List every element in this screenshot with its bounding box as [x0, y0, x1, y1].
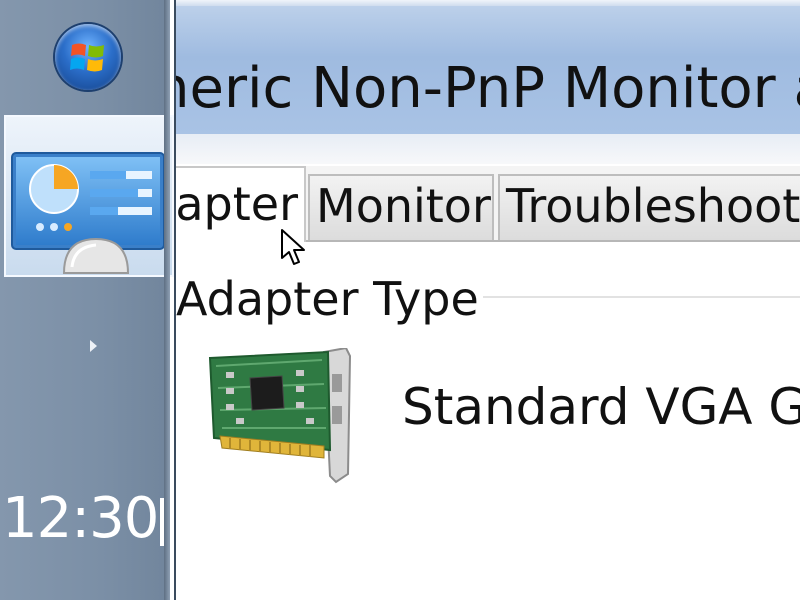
- tab-content-panel: Adapter Type Standard VGA Gr: [176, 242, 800, 600]
- graphics-card-icon: [208, 348, 352, 484]
- taskbar-control-panel-button[interactable]: [4, 115, 174, 277]
- show-hidden-icons-arrow[interactable]: [90, 340, 97, 352]
- tab-monitor-label: Monitor: [316, 179, 491, 233]
- window-title: neric Non-PnP Monitor a: [174, 56, 800, 121]
- tab-strip: apter Monitor Troubleshoot: [176, 166, 800, 242]
- tab-adapter-label: apter: [175, 177, 298, 231]
- monitor-properties-dialog: neric Non-PnP Monitor a apter Monitor Tr…: [174, 0, 800, 600]
- tab-monitor[interactable]: Monitor: [308, 174, 494, 240]
- window-frame: [176, 134, 800, 164]
- adapter-type-group-label: Adapter Type: [176, 272, 483, 326]
- taskbar: 12:30: [0, 0, 174, 600]
- windows-logo-icon: [70, 43, 104, 72]
- taskbar-clock[interactable]: 12:30: [2, 486, 159, 551]
- control-panel-icon: [11, 152, 165, 274]
- start-button[interactable]: [55, 24, 121, 90]
- adapter-name: Standard VGA Gr: [402, 378, 800, 436]
- taskbar-edge: [164, 0, 170, 600]
- title-bar[interactable]: neric Non-PnP Monitor a: [176, 6, 800, 134]
- mouse-pointer-icon: [281, 229, 305, 265]
- tab-troubleshoot-label: Troubleshoot: [506, 179, 800, 233]
- tab-troubleshoot[interactable]: Troubleshoot: [498, 174, 800, 240]
